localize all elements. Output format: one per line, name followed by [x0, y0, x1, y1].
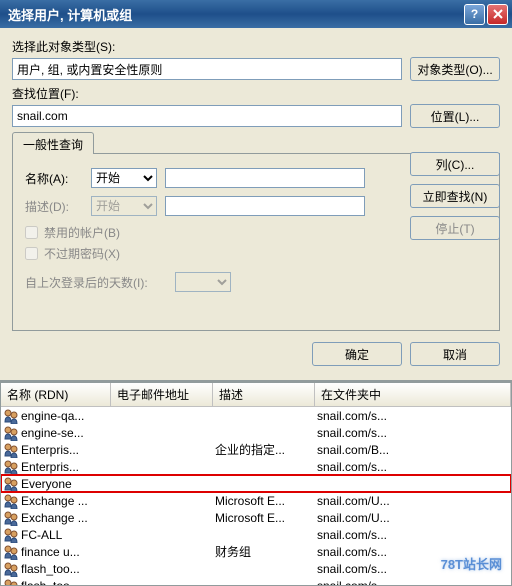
table-row[interactable]: FC-ALL snail.com/s... [1, 526, 511, 543]
table-row[interactable]: finance u...财务组snail.com/s... [1, 543, 511, 560]
columns-button[interactable]: 列(C)... [410, 152, 500, 176]
stop-button: 停止(T) [410, 216, 500, 240]
name-label: 名称(A): [25, 170, 91, 187]
days-since-login-label: 自上次登录后的天数(I): [25, 274, 175, 291]
table-row[interactable]: Exchange ... Microsoft E...snail.com/U... [1, 509, 511, 526]
object-type-label: 选择此对象类型(S): [12, 38, 500, 55]
group-icon [3, 493, 19, 508]
group-icon [3, 544, 19, 559]
help-button[interactable]: ? [464, 4, 485, 25]
cell-desc: Microsoft E... [215, 494, 317, 508]
cell-folder: snail.com/s... [317, 460, 511, 474]
find-now-button[interactable]: 立即查找(N) [410, 184, 500, 208]
group-icon [3, 442, 19, 457]
tab-common-queries[interactable]: 一般性查询 [12, 132, 94, 154]
table-row[interactable]: Enterpris... 企业的指定...snail.com/B... [1, 441, 511, 458]
desc-input [165, 196, 365, 216]
watermark: 78T站长网 [437, 552, 506, 575]
cell-desc: 财务组 [215, 543, 317, 560]
col-desc[interactable]: 描述 [213, 383, 315, 406]
results-list[interactable]: 名称 (RDN) 电子邮件地址 描述 在文件夹中 engine-qa... sna… [0, 382, 512, 586]
cell-folder: snail.com/U... [317, 494, 511, 508]
cell-desc: Microsoft E... [215, 511, 317, 525]
cell-name: engine-se... [21, 426, 113, 440]
name-input[interactable] [165, 168, 365, 188]
desc-label: 描述(D): [25, 198, 91, 215]
group-icon [3, 510, 19, 525]
col-email[interactable]: 电子邮件地址 [111, 383, 213, 406]
table-row[interactable]: Exchange ... Microsoft E...snail.com/U... [1, 492, 511, 509]
group-icon [3, 527, 19, 542]
cell-name: flash_too... [21, 579, 113, 586]
cell-folder: snail.com/B... [317, 443, 511, 457]
group-icon [3, 476, 19, 491]
table-row[interactable]: engine-se... snail.com/s... [1, 424, 511, 441]
results-header: 名称 (RDN) 电子邮件地址 描述 在文件夹中 [1, 383, 511, 407]
table-row[interactable]: flash_too...snail.com/s... [1, 560, 511, 577]
close-icon [493, 9, 503, 19]
locations-button[interactable]: 位置(L)... [410, 104, 500, 128]
group-icon [3, 459, 19, 474]
disabled-accounts-label: 禁用的帐户(B) [44, 224, 120, 241]
days-dropdown [175, 272, 231, 292]
cancel-button[interactable]: 取消 [410, 342, 500, 366]
table-row[interactable]: engine-qa... snail.com/s... [1, 407, 511, 424]
cell-folder: snail.com/s... [317, 579, 511, 586]
cell-name: finance u... [21, 545, 113, 559]
cell-folder: snail.com/U... [317, 511, 511, 525]
cell-name: engine-qa... [21, 409, 113, 423]
no-expire-checkbox [25, 247, 38, 260]
bottom-buttons: 确定 取消 [12, 342, 500, 366]
dialog-body: 选择此对象类型(S): 对象类型(O)... 查找位置(F): 位置(L)...… [0, 28, 512, 374]
cell-name: Everyone [21, 477, 113, 491]
cell-folder: snail.com/s... [317, 426, 511, 440]
object-types-button[interactable]: 对象类型(O)... [410, 57, 500, 81]
tab-strip: 一般性查询 [12, 132, 500, 154]
cell-folder: snail.com/s... [317, 409, 511, 423]
group-icon [3, 561, 19, 576]
disabled-accounts-checkbox [25, 226, 38, 239]
cell-desc: 企业的指定... [215, 441, 317, 458]
location-input[interactable] [12, 105, 402, 127]
col-folder[interactable]: 在文件夹中 [315, 383, 511, 406]
location-label: 查找位置(F): [12, 85, 500, 102]
ok-button[interactable]: 确定 [312, 342, 402, 366]
cell-name: Exchange ... [21, 511, 113, 525]
name-mode-dropdown[interactable]: 开始 [91, 168, 157, 188]
object-type-input[interactable] [12, 58, 402, 80]
table-row[interactable]: Everyone [1, 475, 511, 492]
cell-name: Exchange ... [21, 494, 113, 508]
cell-name: Enterpris... [21, 443, 113, 457]
table-row[interactable]: Enterpris... snail.com/s... [1, 458, 511, 475]
cell-name: Enterpris... [21, 460, 113, 474]
group-icon [3, 425, 19, 440]
cell-folder: snail.com/s... [317, 528, 511, 542]
no-expire-label: 不过期密码(X) [44, 245, 120, 262]
desc-mode-dropdown: 开始 [91, 196, 157, 216]
cell-name: flash_too... [21, 562, 113, 576]
cell-name: FC-ALL [21, 528, 113, 542]
col-name[interactable]: 名称 (RDN) [1, 383, 111, 406]
close-button[interactable] [487, 4, 508, 25]
group-icon [3, 408, 19, 423]
group-icon [3, 578, 19, 586]
title-bar: 选择用户, 计算机或组 ? [0, 0, 512, 28]
table-row[interactable]: flash_too... snail.com/s... [1, 577, 511, 586]
window-title: 选择用户, 计算机或组 [4, 5, 462, 24]
side-buttons: 列(C)... 立即查找(N) 停止(T) [410, 152, 500, 240]
